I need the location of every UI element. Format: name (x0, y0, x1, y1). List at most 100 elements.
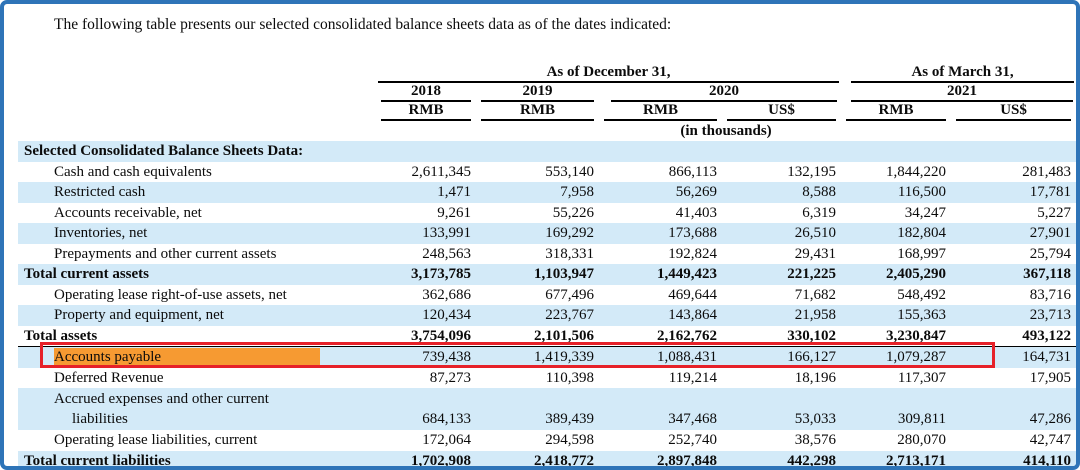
cell-value: 1,088,431 (599, 347, 722, 368)
intro-text: The following table presents our selecte… (54, 15, 671, 35)
group-header-mar31-label: As of March 31, (851, 64, 1074, 83)
cell-value: 182,804 (841, 223, 951, 244)
cell-value: 493,122 (951, 326, 1076, 347)
cell-value: 2,897,848 (599, 451, 722, 470)
cell-value: 53,033 (722, 388, 841, 430)
cell-value: 3,230,847 (841, 326, 951, 347)
currency-header-2021-rmb: RMB (841, 102, 951, 121)
cell-value: 17,905 (951, 368, 1076, 389)
label-column-spacer (18, 102, 376, 121)
accounts-payable-highlight: Accounts payable (54, 348, 320, 367)
cell-value: 169,292 (476, 223, 599, 244)
table-row: Total assets3,754,0962,101,5062,162,7623… (18, 326, 1076, 347)
cell-value: 83,716 (951, 285, 1076, 306)
cell-value: 2,418,772 (476, 451, 599, 470)
table-body: Selected Consolidated Balance Sheets Dat… (18, 141, 1076, 470)
cell-value: 168,997 (841, 244, 951, 265)
balance-sheet-table: As of December 31, As of March 31, 2018 … (18, 61, 1076, 470)
cell-value: 1,079,287 (841, 347, 951, 368)
cell-value: 469,644 (599, 285, 722, 306)
cell-value: 221,225 (722, 264, 841, 285)
cell-value: 117,307 (841, 368, 951, 389)
table-row: Deferred Revenue87,273110,398119,21418,1… (18, 368, 1076, 389)
cell-value: 281,483 (951, 162, 1076, 183)
cell-value: 23,713 (951, 305, 1076, 326)
cell-value: 1,419,339 (476, 347, 599, 368)
row-label: Operating lease right-of-use assets, net (18, 285, 376, 306)
table-row: Inventories, net133,991169,292173,68826,… (18, 223, 1076, 244)
cell-value: 367,118 (951, 264, 1076, 285)
cell-value: 866,113 (599, 162, 722, 183)
cell-value: 166,127 (722, 347, 841, 368)
label-column-spacer (18, 61, 376, 83)
cell-value: 280,070 (841, 430, 951, 451)
currency-header-2020-rmb: RMB (599, 102, 722, 121)
row-label: Accounts receivable, net (18, 203, 376, 224)
cell-value: 143,864 (599, 305, 722, 326)
currency-header-2020-usd: US$ (722, 102, 841, 121)
cell-value: 119,214 (599, 368, 722, 389)
table-row: Total current assets3,173,7851,103,9471,… (18, 264, 1076, 285)
document-page: The following table presents our selecte… (0, 0, 1080, 470)
table-row: Property and equipment, net120,434223,76… (18, 305, 1076, 326)
label-column-spacer (18, 83, 376, 102)
row-label: Accounts payable (18, 347, 376, 368)
cell-value: 309,811 (841, 388, 951, 430)
cell-value: 223,767 (476, 305, 599, 326)
label-column-spacer (18, 121, 376, 141)
row-label: Cash and cash equivalents (18, 162, 376, 183)
table-row: Prepayments and other current assets248,… (18, 244, 1076, 265)
table-row: Operating lease right-of-use assets, net… (18, 285, 1076, 306)
cell-value: 164,731 (951, 347, 1076, 368)
cell-value: 26,510 (722, 223, 841, 244)
year-header-2020: 2020 (599, 83, 841, 102)
cell-value: 1,103,947 (476, 264, 599, 285)
cell-value: 548,492 (841, 285, 951, 306)
table-row: Accrued expenses and other currentliabil… (18, 388, 1076, 430)
cell-value: 41,403 (599, 203, 722, 224)
cell-value: 347,468 (599, 388, 722, 430)
cell-value: 29,431 (722, 244, 841, 265)
table-row: Operating lease liabilities, current172,… (18, 430, 1076, 451)
row-label: Total assets (18, 326, 376, 347)
group-header-dec31: As of December 31, (376, 61, 841, 83)
cell-value: 1,471 (376, 182, 476, 203)
cell-value: 120,434 (376, 305, 476, 326)
cell-value: 116,500 (841, 182, 951, 203)
row-label: Operating lease liabilities, current (18, 430, 376, 451)
cell-value: 1,844,220 (841, 162, 951, 183)
row-label: Total current liabilities (18, 451, 376, 470)
cell-value: 677,496 (476, 285, 599, 306)
cell-value: 56,269 (599, 182, 722, 203)
cell-value: 55,226 (476, 203, 599, 224)
year-header-2018: 2018 (376, 83, 476, 102)
table-row: Total current liabilities1,702,9082,418,… (18, 451, 1076, 470)
cell-value: 18,196 (722, 368, 841, 389)
cell-value: 7,958 (476, 182, 599, 203)
cell-value: 155,363 (841, 305, 951, 326)
cell-value: 553,140 (476, 162, 599, 183)
cell-value: 21,958 (722, 305, 841, 326)
cell-value: 17,781 (951, 182, 1076, 203)
cell-value: 6,319 (722, 203, 841, 224)
cell-value: 2,405,290 (841, 264, 951, 285)
cell-value: 172,064 (376, 430, 476, 451)
cell-value: 3,754,096 (376, 326, 476, 347)
cell-value: 42,747 (951, 430, 1076, 451)
row-label: Property and equipment, net (18, 305, 376, 326)
year-header-2021: 2021 (841, 83, 1076, 102)
cell-value: 47,286 (951, 388, 1076, 430)
currency-header-2018-rmb: RMB (376, 102, 476, 121)
cell-value: 27,901 (951, 223, 1076, 244)
cell-value: 25,794 (951, 244, 1076, 265)
row-label: Inventories, net (18, 223, 376, 244)
table-head: As of December 31, As of March 31, 2018 … (18, 61, 1076, 141)
cell-value: 2,713,171 (841, 451, 951, 470)
table-row: Restricted cash1,4717,95856,2698,588116,… (18, 182, 1076, 203)
row-label: Deferred Revenue (18, 368, 376, 389)
cell-value: 8,588 (722, 182, 841, 203)
cell-value: 739,438 (376, 347, 476, 368)
group-header-dec31-label: As of December 31, (378, 64, 839, 83)
cell-value: 133,991 (376, 223, 476, 244)
cell-value: 389,439 (476, 388, 599, 430)
